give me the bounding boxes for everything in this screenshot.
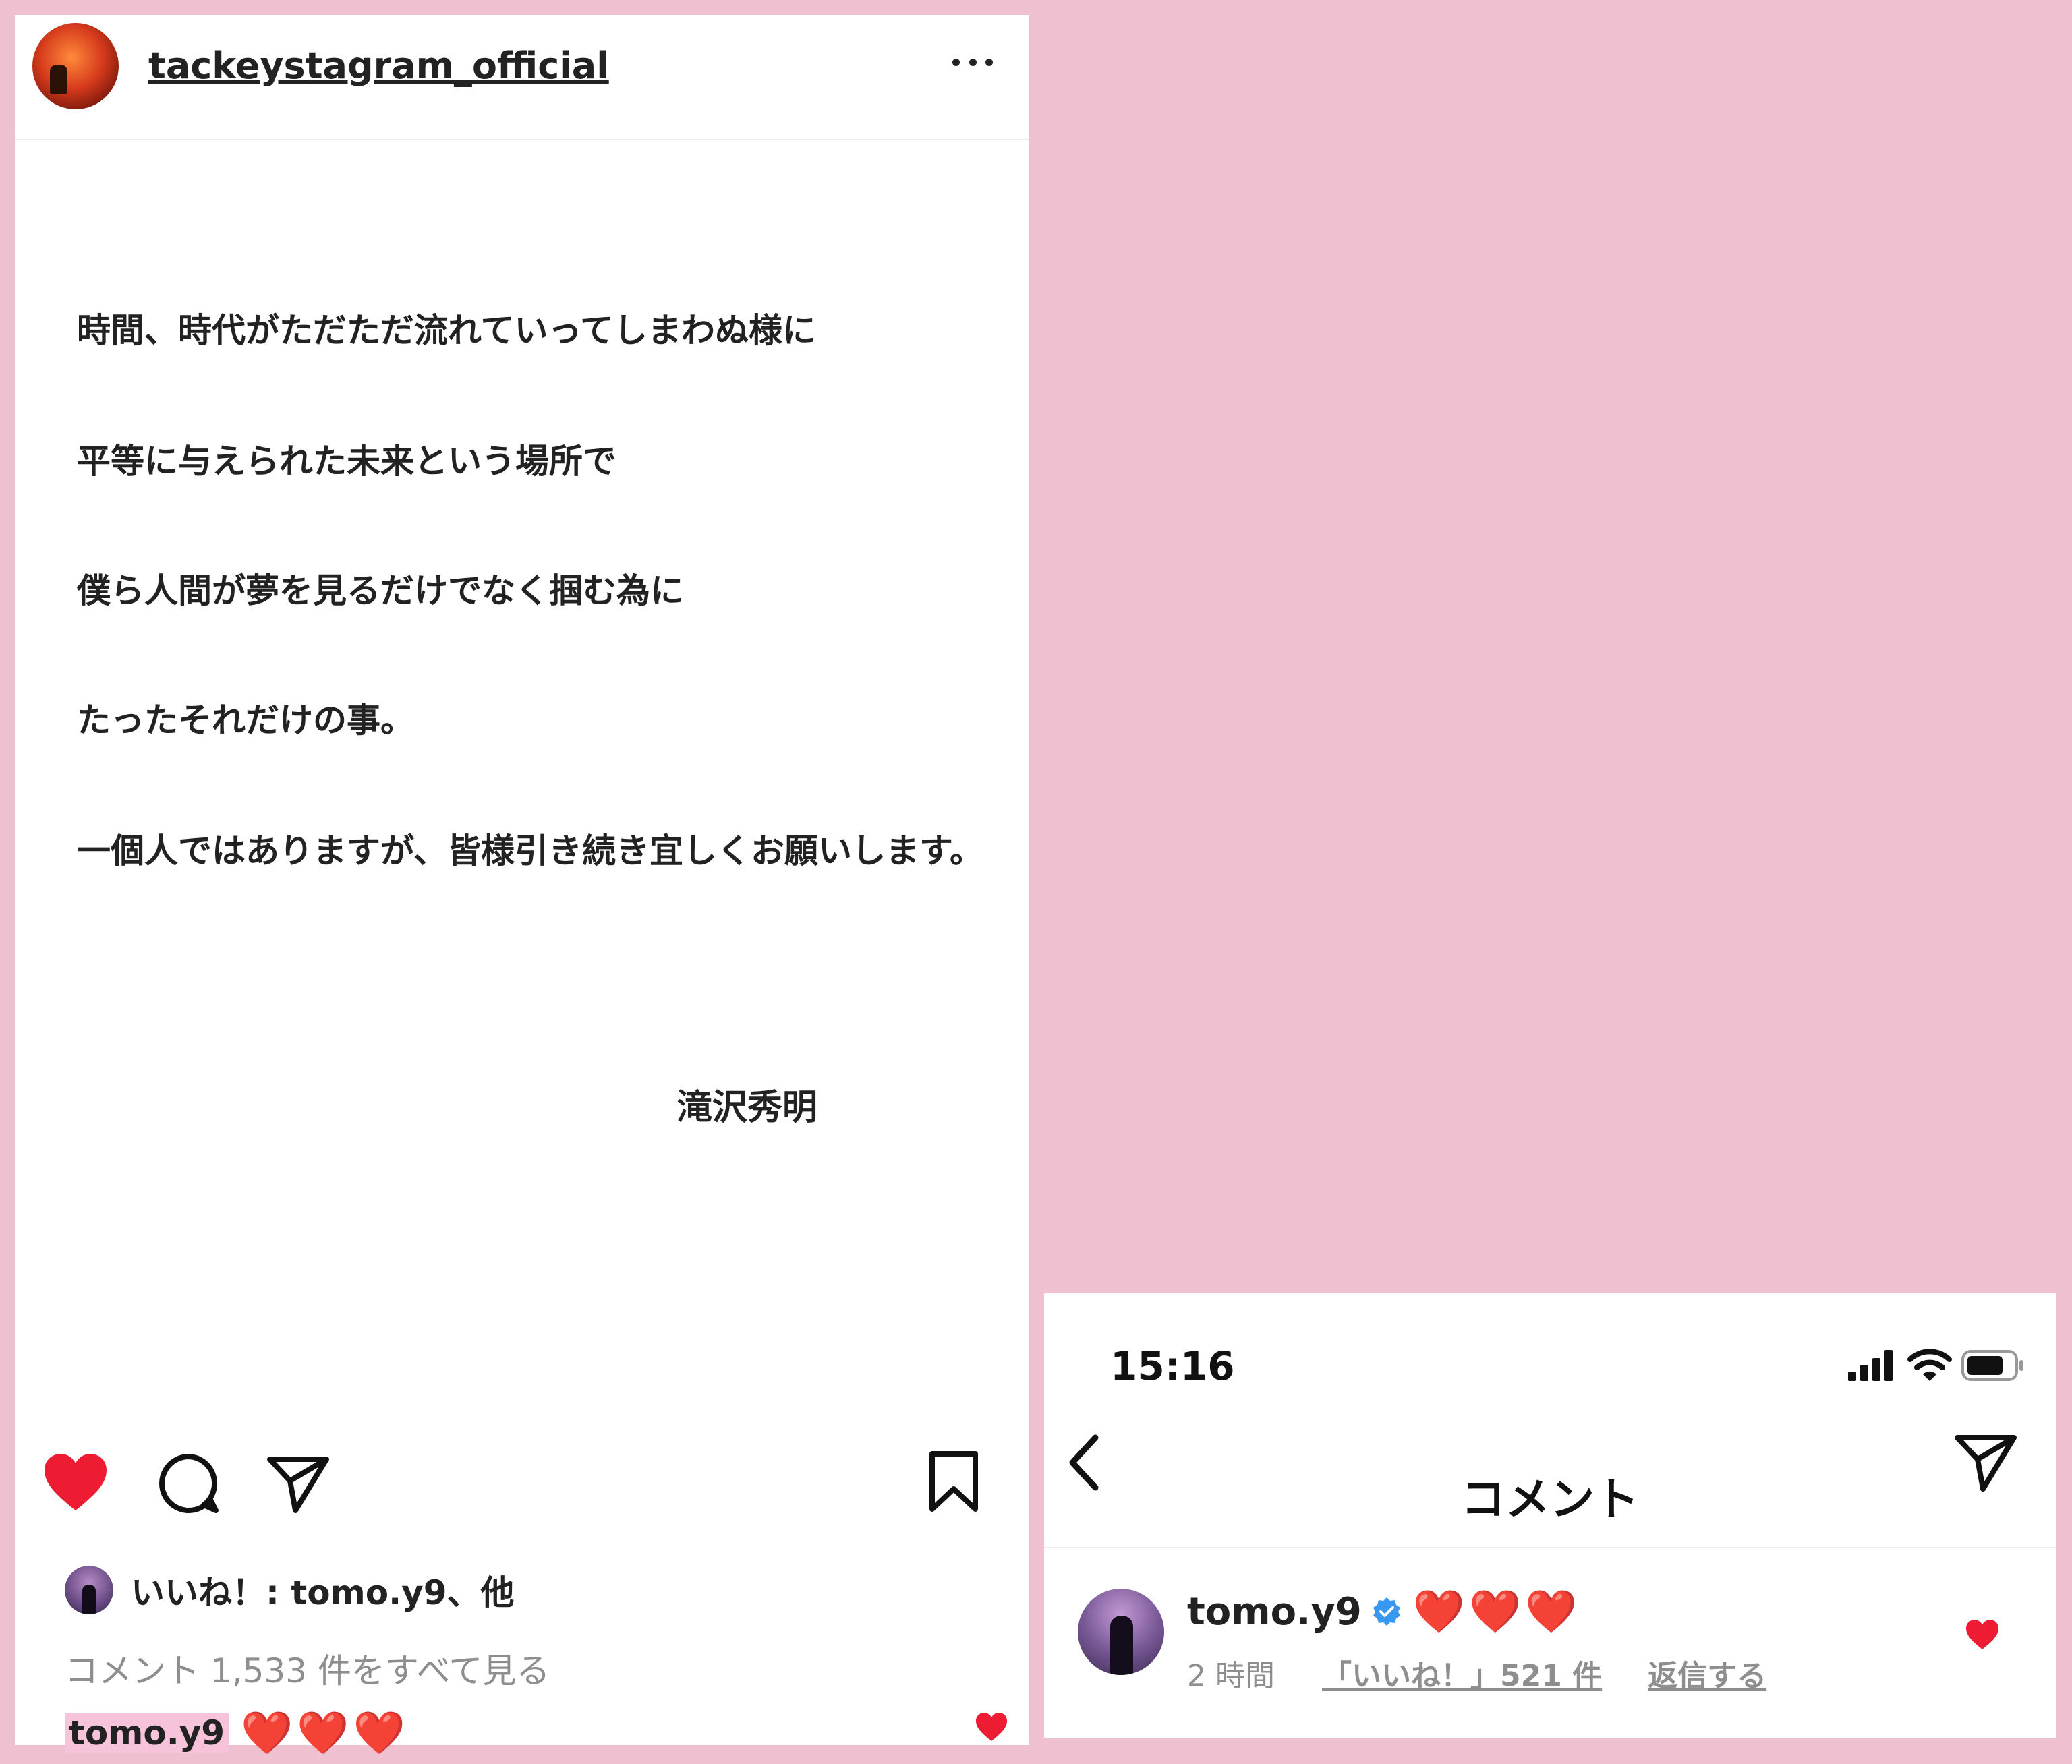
comment-username[interactable]: tomo.y9	[65, 1713, 229, 1753]
wifi-icon	[1907, 1349, 1952, 1381]
view-all-comments-link[interactable]: コメント 1,533 件をすべて見る	[65, 1644, 550, 1693]
reply-button[interactable]: 返信する	[1648, 1651, 1766, 1695]
avatar[interactable]	[32, 23, 119, 109]
post-username[interactable]: tackeystagram_official	[148, 45, 609, 87]
comment-meta: 2 時間 「いいね！」521 件 返信する	[1187, 1649, 1766, 1697]
status-time: 15:16	[1110, 1343, 1235, 1389]
verified-badge-icon	[1373, 1597, 1400, 1626]
page-title: コメント	[1461, 1473, 1639, 1525]
liked-by-text: いいね！: tomo.y9、他	[131, 1573, 515, 1612]
avatar[interactable]	[1078, 1589, 1164, 1675]
caption-line: 一個人ではありますが、皆様引き続き宜しくお願いします。	[77, 831, 983, 871]
comment-text: ❤️❤️❤️	[241, 1708, 409, 1757]
post-header: tackeystagram_official	[15, 15, 1029, 140]
liker-avatar	[65, 1566, 113, 1614]
battery-icon	[1961, 1350, 2023, 1381]
post-card: tackeystagram_official 時間、時代がただただ流れていってし…	[15, 15, 1029, 1757]
comment-likes-link[interactable]: 「いいね！」521 件	[1322, 1651, 1602, 1695]
comment-like-heart-icon[interactable]	[1964, 1618, 2001, 1651]
more-options-icon[interactable]	[946, 49, 1000, 76]
signal-icon	[1848, 1350, 1893, 1381]
share-icon[interactable]	[1953, 1432, 2018, 1492]
caption-signature: 滝沢秀明	[677, 1088, 818, 1128]
comment-username[interactable]: tomo.y9	[1187, 1590, 1362, 1634]
comment-header: tomo.y9 ❤️❤️❤️	[1187, 1585, 1581, 1639]
caption-line: 僕ら人間が夢を見るだけでなく掴む為に	[77, 571, 684, 610]
preview-comment: tomo.y9 ❤️❤️❤️	[65, 1706, 409, 1760]
caption-line: 平等に与えられた未来という場所で	[77, 442, 616, 481]
divider	[1044, 1547, 2056, 1548]
comment-time: 2 時間	[1187, 1659, 1275, 1693]
comments-screen: 15:16 コメント tomo.y9 ❤️❤️❤️ 2 時間 「いいね！」521…	[1044, 1293, 2056, 1738]
heart-filled-icon[interactable]	[42, 1451, 109, 1513]
bookmark-icon[interactable]	[927, 1450, 981, 1515]
share-icon[interactable]	[266, 1454, 330, 1513]
comment-text: ❤️❤️❤️	[1412, 1587, 1582, 1636]
liked-by-row[interactable]: いいね！: tomo.y9、他	[65, 1563, 514, 1617]
caption-line: たったそれだけの事。	[77, 701, 414, 740]
caption-line: 時間、時代がただただ流れていってしまわぬ様に	[77, 311, 816, 350]
comment-like-heart-icon[interactable]	[974, 1711, 1009, 1742]
comment-icon[interactable]	[156, 1451, 221, 1516]
